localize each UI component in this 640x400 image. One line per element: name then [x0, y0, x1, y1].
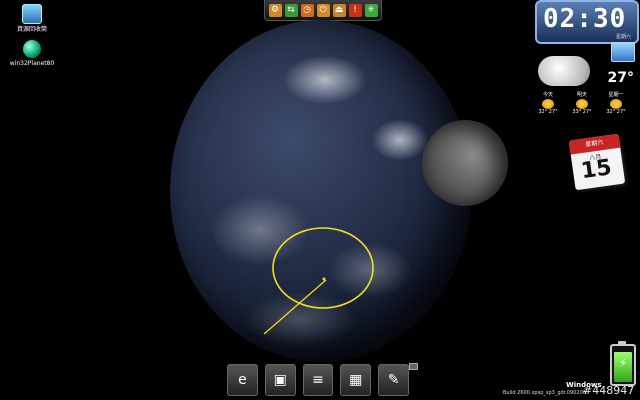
- forecast-day: 今天 32° 27°: [534, 92, 562, 116]
- internet-explorer-icon[interactable]: e: [227, 364, 258, 396]
- cloud-icon: [538, 56, 590, 86]
- forecast-day: 星期一 32° 27°: [602, 92, 630, 116]
- computer-icon[interactable]: ▣: [264, 364, 296, 396]
- weather-gadget[interactable]: 27° 今天 32° 27° 明天 33° 27° 星期一 32° 27°: [532, 52, 640, 130]
- dock-bar: e ▣ ≡ ▦ ✎: [227, 364, 409, 396]
- dock-toggle-button[interactable]: [409, 363, 418, 370]
- sun-icon: [542, 99, 554, 109]
- forecast-range: 32° 27°: [606, 109, 626, 115]
- charging-icon: ⚡: [618, 356, 628, 370]
- sun-icon: [576, 99, 588, 109]
- build-label: Build 2600.xpsp_sp3_gdr.090206: [503, 390, 586, 396]
- id-label: #448947: [583, 384, 635, 397]
- forecast-day-label: 明天: [576, 92, 587, 98]
- forecast-day-label: 星期一: [608, 92, 624, 98]
- paint-icon[interactable]: ✎: [378, 364, 409, 396]
- forecast-day: 明天 33° 27°: [568, 92, 596, 116]
- calendar-day: 15: [579, 155, 614, 185]
- calculator-icon[interactable]: ▦: [340, 364, 372, 396]
- forecast-range: 32° 27°: [538, 109, 558, 115]
- forecast-day-label: 今天: [542, 92, 553, 98]
- orbit-marker-ring: [272, 227, 374, 309]
- clock-weekday: 星期六: [615, 34, 631, 40]
- clock-gadget[interactable]: 02:30 星期六: [535, 0, 639, 44]
- satellite-dot: [322, 277, 326, 281]
- notepad-icon[interactable]: ≡: [302, 364, 334, 396]
- sun-icon: [610, 99, 622, 109]
- battery-gadget[interactable]: ⚡: [610, 341, 636, 386]
- clock-time: 02:30: [543, 4, 627, 34]
- weather-temperature: 27°: [607, 70, 634, 86]
- calendar-gadget[interactable]: 星期六 八月 15: [568, 133, 626, 191]
- forecast-range: 33° 27°: [572, 109, 592, 115]
